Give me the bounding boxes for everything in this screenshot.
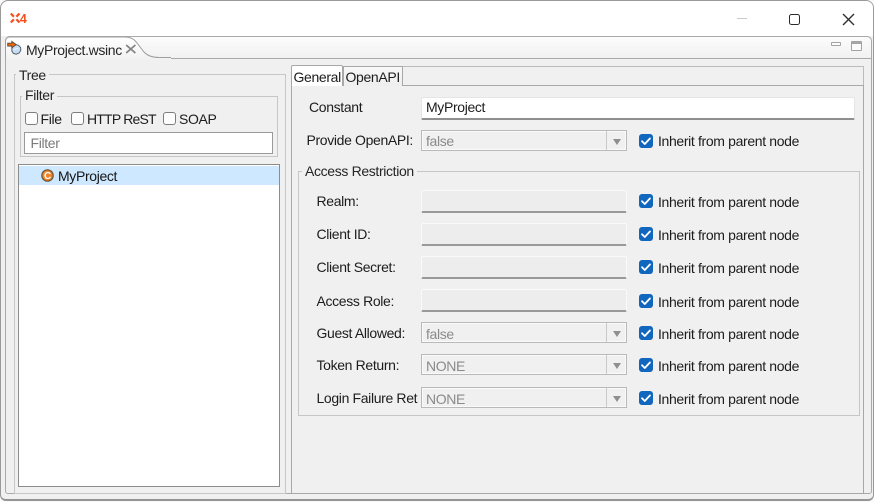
svg-text:4: 4	[19, 13, 26, 23]
svg-text:C: C	[43, 171, 50, 182]
